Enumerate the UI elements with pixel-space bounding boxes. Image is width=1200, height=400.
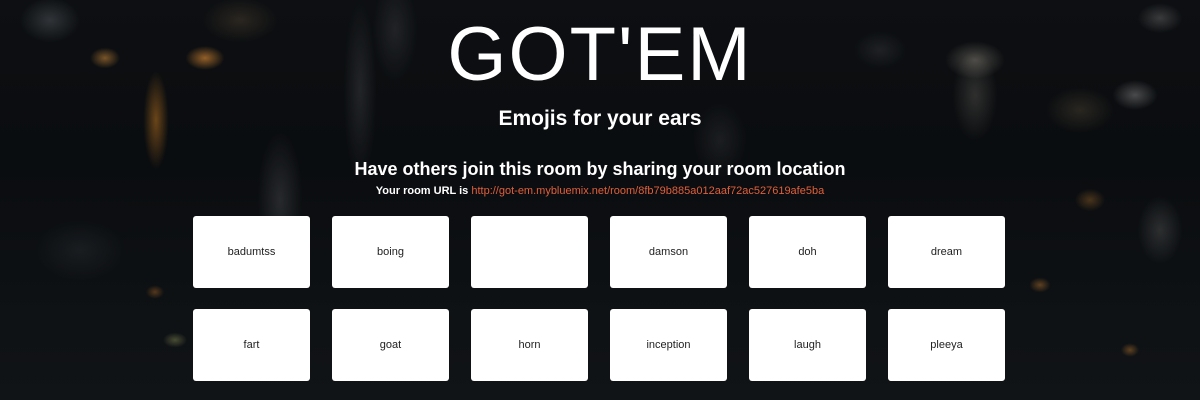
sound-button-label: laugh bbox=[794, 339, 821, 351]
sound-button-label: damson bbox=[648, 246, 689, 258]
sound-button-label: inception bbox=[646, 339, 691, 351]
sound-button-inception[interactable]: inception bbox=[610, 309, 727, 381]
sound-button-boing[interactable]: boing bbox=[332, 216, 449, 288]
sound-button-label: fart bbox=[243, 339, 260, 351]
sound-button-grid: badumtss boing damson doh dream fart goa… bbox=[193, 216, 1007, 381]
sound-button-laugh[interactable]: laugh bbox=[749, 309, 866, 381]
sound-button-label: horn bbox=[518, 339, 541, 351]
sound-button-label: boing bbox=[377, 246, 404, 258]
sound-button-horn[interactable]: horn bbox=[471, 309, 588, 381]
sound-button-label: pleeya bbox=[930, 339, 963, 351]
share-heading: Have others join this room by sharing yo… bbox=[354, 159, 846, 179]
sound-button-damson[interactable]: damson bbox=[610, 216, 727, 288]
tagline: Emojis for your ears bbox=[498, 107, 702, 130]
sound-button-label: dream bbox=[930, 246, 963, 258]
sound-button-dream[interactable]: dream bbox=[888, 216, 1005, 288]
sound-button-label: badumtss bbox=[227, 246, 276, 258]
sound-button-label: doh bbox=[798, 246, 817, 258]
sound-button-pleeya[interactable]: pleeya bbox=[888, 309, 1005, 381]
main-content: GOT'EM Emojis for your ears Have others … bbox=[0, 0, 1200, 400]
app-logo: GOT'EM bbox=[447, 12, 753, 97]
room-url-label: Your room URL is bbox=[375, 185, 469, 197]
room-url-line: Your room URL is http://got-em.mybluemix… bbox=[0, 183, 1200, 199]
sound-button-badumtss[interactable]: badumtss bbox=[193, 216, 310, 288]
sound-button-blank[interactable] bbox=[471, 216, 588, 288]
sound-button-doh[interactable]: doh bbox=[749, 216, 866, 288]
sound-button-fart[interactable]: fart bbox=[193, 309, 310, 381]
sound-button-goat[interactable]: goat bbox=[332, 309, 449, 381]
room-url-link[interactable]: http://got-em.mybluemix.net/room/8fb79b8… bbox=[471, 185, 824, 197]
sound-button-label: goat bbox=[379, 339, 402, 351]
